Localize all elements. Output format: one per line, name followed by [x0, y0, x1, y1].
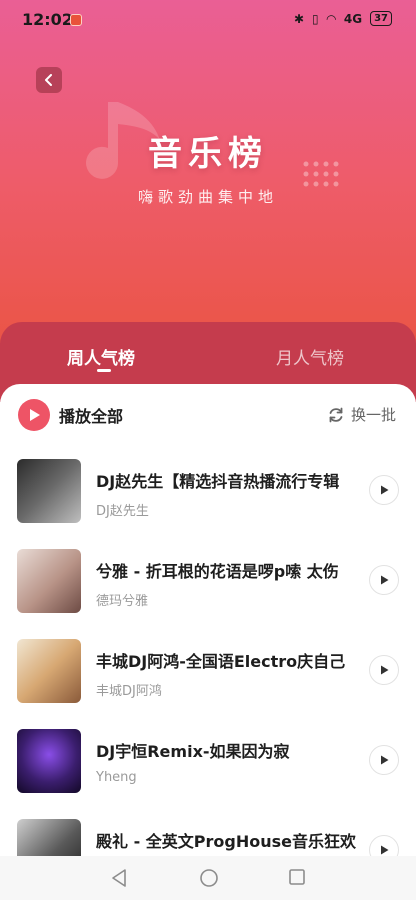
play-icon	[381, 575, 389, 585]
status-icons: ✱ ▯ ◠ 4G 37	[294, 11, 392, 26]
play-icon	[381, 665, 389, 675]
song-artist: 丰城DJ阿鸿	[96, 684, 162, 699]
row-play-button[interactable]	[369, 565, 399, 595]
row-play-button[interactable]	[369, 835, 399, 856]
chevron-left-icon	[45, 74, 52, 86]
song-row[interactable]: 兮雅 - 折耳根的花语是啰p嗦 太伤 德玛兮雅	[0, 536, 416, 626]
album-cover	[17, 729, 81, 793]
song-list-panel: 播放全部 换一批 DJ赵先生【精选抖音热播流行专辑 DJ赵先生 兮雅 - 折耳根…	[0, 384, 416, 856]
bluetooth-icon: ✱	[293, 11, 305, 26]
status-bar: 12:02 ✱ ▯ ◠ 4G 37	[0, 0, 416, 40]
album-cover	[17, 639, 81, 703]
song-artist: 德玛兮雅	[96, 594, 149, 609]
back-button[interactable]	[36, 67, 62, 93]
tab-monthly[interactable]: 月人气榜	[276, 344, 344, 369]
play-icon	[18, 399, 50, 431]
row-play-button[interactable]	[369, 745, 399, 775]
tab-weekly[interactable]: 周人气榜	[67, 344, 135, 369]
song-row[interactable]: DJ宇恒Remix-如果因为寂 Yheng	[0, 716, 416, 806]
album-cover	[17, 819, 81, 856]
page-title: 音乐榜	[148, 134, 268, 174]
refresh-batch-label: 换一批	[350, 406, 396, 424]
song-title: DJ宇恒Remix-如果因为寂	[96, 742, 290, 761]
play-icon	[381, 845, 389, 855]
status-time: 12:02	[22, 10, 73, 29]
nav-home-icon[interactable]	[199, 868, 219, 888]
song-row[interactable]: DJ赵先生【精选抖音热播流行专辑 DJ赵先生	[0, 446, 416, 536]
row-play-button[interactable]	[369, 475, 399, 505]
nav-back-icon[interactable]	[110, 868, 128, 888]
vibrate-icon: ▯	[312, 11, 319, 26]
song-row[interactable]: 殿礼 - 全英文ProgHouse音乐狂欢	[0, 806, 416, 856]
notification-app-icon	[70, 14, 82, 26]
play-icon	[381, 485, 389, 495]
list-toolbar: 播放全部 换一批	[0, 398, 416, 434]
refresh-batch-button[interactable]: 换一批	[327, 404, 396, 425]
album-cover	[17, 549, 81, 613]
page-subtitle: 嗨歌劲曲集中地	[137, 188, 278, 206]
play-all-button[interactable]: 播放全部	[18, 398, 123, 432]
row-play-button[interactable]	[369, 655, 399, 685]
song-title: 兮雅 - 折耳根的花语是啰p嗦 太伤	[96, 562, 339, 581]
song-artist: Yheng	[96, 770, 137, 785]
song-title: 丰城DJ阿鸿-全国语Electro庆自己	[96, 652, 346, 671]
refresh-icon	[329, 407, 343, 422]
song-title: 殿礼 - 全英文ProgHouse音乐狂欢	[96, 832, 356, 851]
song-list: DJ赵先生【精选抖音热播流行专辑 DJ赵先生 兮雅 - 折耳根的花语是啰p嗦 太…	[0, 446, 416, 856]
wifi-icon: ◠	[326, 11, 336, 26]
signal-icon: 4G	[343, 11, 363, 26]
nav-recents-icon[interactable]	[288, 868, 306, 886]
song-title: DJ赵先生【精选抖音热播流行专辑	[96, 472, 340, 491]
play-icon	[381, 755, 389, 765]
song-row[interactable]: 丰城DJ阿鸿-全国语Electro庆自己 丰城DJ阿鸿	[0, 626, 416, 716]
battery-icon: 37	[370, 11, 392, 26]
tab-active-indicator	[97, 369, 111, 372]
album-cover	[17, 459, 81, 523]
play-all-label: 播放全部	[59, 407, 124, 426]
song-artist: DJ赵先生	[96, 504, 149, 519]
system-nav-bar	[0, 856, 416, 900]
